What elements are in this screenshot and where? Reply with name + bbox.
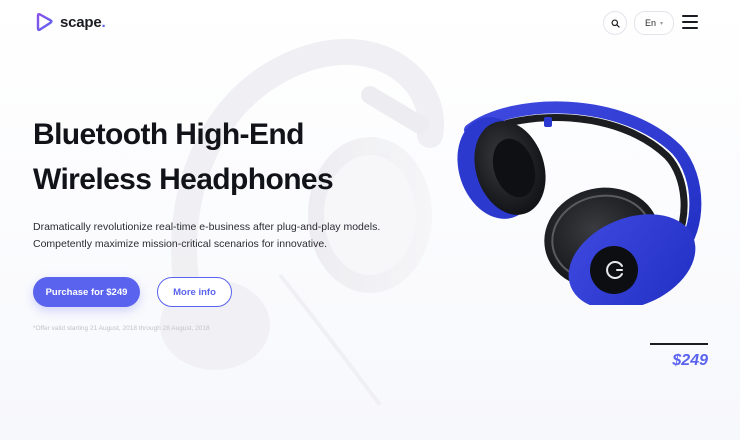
hero-title: Bluetooth High-End Wireless Headphones: [33, 112, 334, 202]
headphones-product-image: [457, 101, 702, 305]
hero-description-line: Dramatically revolutionize real-time e-b…: [33, 221, 381, 233]
landing-page: scape. En ▾ Bluetooth High-End Wireless …: [0, 0, 740, 440]
chevron-down-icon: ▾: [660, 20, 664, 27]
hero-description-line: Competently maximize mission-critical sc…: [33, 238, 328, 250]
brand-name: scape.: [60, 13, 106, 31]
price-divider: [650, 343, 708, 345]
language-selector[interactable]: En ▾: [634, 11, 674, 35]
logo-play-icon: [36, 12, 53, 32]
search-icon: [610, 18, 620, 28]
hamburger-icon-line: [682, 21, 698, 23]
brand-logo[interactable]: scape.: [34, 12, 106, 32]
product-price: $249: [672, 352, 708, 369]
language-label: En: [644, 18, 656, 28]
hero-description: Dramatically revolutionize real-time e-b…: [33, 219, 380, 253]
menu-button[interactable]: [682, 15, 698, 29]
hamburger-icon-line: [682, 27, 698, 29]
hero-title-line: Wireless Headphones: [33, 163, 334, 196]
hamburger-icon-line: [682, 15, 698, 17]
search-button[interactable]: [603, 11, 627, 35]
more-info-button[interactable]: More info: [157, 277, 232, 307]
offer-note: *Offer valid starting 21 August, 2018 th…: [33, 325, 210, 332]
hero-title-line: Bluetooth High-End: [33, 118, 304, 151]
purchase-button[interactable]: Purchase for $249: [33, 277, 140, 307]
